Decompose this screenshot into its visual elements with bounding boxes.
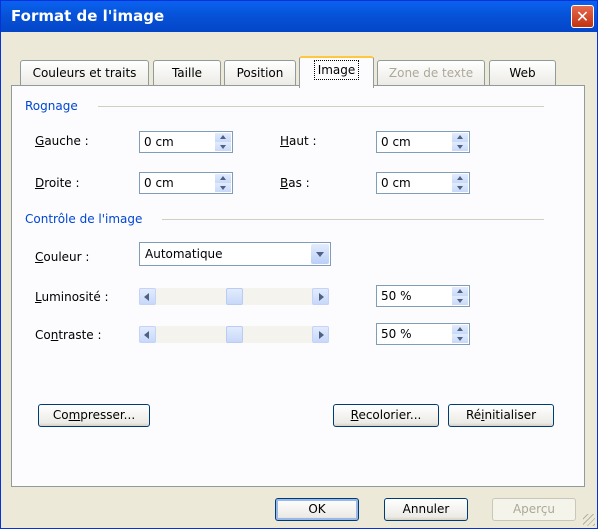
- tab-label: Zone de texte: [388, 66, 474, 80]
- tab-panel-image: Rognage Gauche : 0 cm Haut : 0 cm Droite…: [11, 85, 585, 487]
- crop-left-value: 0 cm: [144, 135, 174, 149]
- arrow-left-icon[interactable]: [139, 288, 156, 305]
- recolor-button[interactable]: Recolorier...: [333, 404, 439, 427]
- image-control-group-heading: Contrôle de l'image: [25, 212, 143, 226]
- color-dropdown[interactable]: Automatique: [139, 242, 331, 266]
- spin-up-icon[interactable]: [452, 287, 468, 296]
- crop-right-spinner[interactable]: [215, 174, 231, 192]
- tab-label: Position: [236, 66, 284, 80]
- spin-up-icon[interactable]: [452, 325, 468, 334]
- contrast-value: 50 %: [381, 327, 412, 341]
- spin-down-icon[interactable]: [452, 296, 468, 305]
- spin-down-icon[interactable]: [452, 183, 468, 192]
- divider: [98, 106, 544, 107]
- chevron-down-icon[interactable]: [311, 244, 329, 264]
- compress-button[interactable]: Compresser...: [38, 404, 150, 427]
- right-label: Droite :: [35, 176, 80, 190]
- bottom-label: Bas :: [280, 176, 310, 190]
- dialog-window: Format de l'image ✕ Couleurs et traits T…: [0, 0, 598, 529]
- slider-thumb[interactable]: [225, 288, 243, 305]
- top-label: Haut :: [280, 134, 317, 148]
- divider: [162, 219, 544, 220]
- tab-zone-de-texte: Zone de texte: [377, 60, 485, 85]
- brightness-value: 50 %: [381, 289, 412, 303]
- crop-bottom-value: 0 cm: [381, 176, 411, 190]
- contrast-slider[interactable]: [139, 326, 329, 343]
- tab-label: Taille: [171, 66, 203, 80]
- crop-right-value: 0 cm: [144, 176, 174, 190]
- spin-down-icon[interactable]: [452, 334, 468, 343]
- brightness-spinner[interactable]: [452, 287, 468, 305]
- arrow-right-icon[interactable]: [312, 288, 329, 305]
- preview-button: Aperçu: [492, 498, 576, 521]
- crop-left-spinner[interactable]: [215, 133, 231, 151]
- crop-right-input[interactable]: 0 cm: [139, 172, 233, 194]
- spin-down-icon[interactable]: [215, 183, 231, 192]
- tab-couleurs-et-traits[interactable]: Couleurs et traits: [20, 60, 149, 85]
- brightness-label: Luminosité :: [35, 290, 109, 304]
- crop-top-input[interactable]: 0 cm: [376, 131, 470, 153]
- crop-top-value: 0 cm: [381, 135, 411, 149]
- tab-taille[interactable]: Taille: [153, 60, 221, 85]
- brightness-input[interactable]: 50 %: [376, 285, 470, 307]
- tab-label: Image: [313, 60, 360, 80]
- crop-group-heading: Rognage: [25, 99, 78, 113]
- contrast-input[interactable]: 50 %: [376, 323, 470, 345]
- left-label: Gauche :: [35, 134, 89, 148]
- contrast-label: Contraste :: [35, 328, 102, 342]
- ok-button[interactable]: OK: [275, 498, 359, 521]
- dialog-title: Format de l'image: [11, 7, 165, 25]
- tab-position[interactable]: Position: [224, 60, 296, 85]
- arrow-left-icon[interactable]: [139, 326, 156, 343]
- reset-button[interactable]: Réinitialiser: [448, 404, 554, 427]
- spin-up-icon[interactable]: [215, 174, 231, 183]
- spin-down-icon[interactable]: [452, 142, 468, 151]
- brightness-slider[interactable]: [139, 288, 329, 305]
- tab-web[interactable]: Web: [489, 60, 556, 85]
- resize-grip-icon[interactable]: [583, 514, 595, 526]
- arrow-right-icon[interactable]: [312, 326, 329, 343]
- title-bar[interactable]: Format de l'image ✕: [1, 1, 597, 32]
- tab-label: Couleurs et traits: [32, 66, 137, 80]
- close-button[interactable]: ✕: [571, 5, 594, 28]
- tab-label: Web: [509, 66, 536, 80]
- crop-top-spinner[interactable]: [452, 133, 468, 151]
- spin-down-icon[interactable]: [215, 142, 231, 151]
- tab-image[interactable]: Image: [299, 56, 374, 88]
- spin-up-icon[interactable]: [215, 133, 231, 142]
- crop-left-input[interactable]: 0 cm: [139, 131, 233, 153]
- spin-up-icon[interactable]: [452, 133, 468, 142]
- contrast-spinner[interactable]: [452, 325, 468, 343]
- spin-up-icon[interactable]: [452, 174, 468, 183]
- color-value: Automatique: [145, 247, 223, 261]
- color-label: Couleur :: [35, 250, 90, 264]
- cancel-button[interactable]: Annuler: [384, 498, 468, 521]
- crop-bottom-input[interactable]: 0 cm: [376, 172, 470, 194]
- slider-thumb[interactable]: [225, 326, 243, 343]
- crop-bottom-spinner[interactable]: [452, 174, 468, 192]
